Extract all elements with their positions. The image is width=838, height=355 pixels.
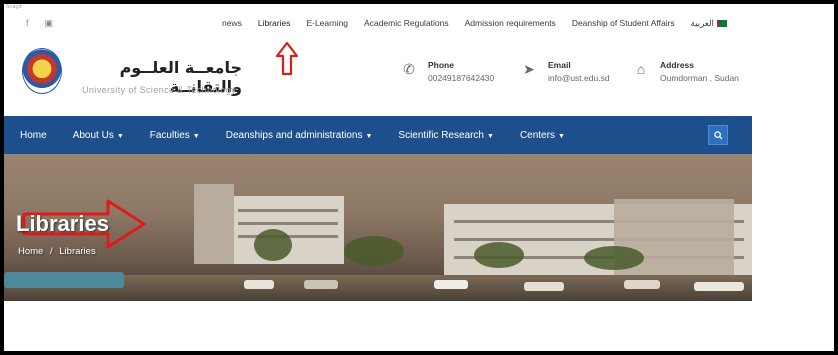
phone-label: Phone bbox=[428, 60, 454, 70]
top-bar: f ▣ news Libraries E-Learning Academic R… bbox=[4, 10, 752, 36]
car-shape bbox=[624, 280, 660, 289]
home-icon: ⌂ bbox=[636, 61, 646, 77]
site-header: جامعــة العلــوم والتقانــة University o… bbox=[4, 38, 752, 116]
search-button[interactable] bbox=[708, 125, 728, 145]
nav-about-us-label: About Us bbox=[72, 129, 114, 141]
nav-home[interactable]: Home bbox=[4, 130, 60, 141]
phone-icon: ✆ bbox=[403, 61, 415, 77]
nav-centers-label: Centers bbox=[519, 129, 555, 141]
top-link-news[interactable]: news bbox=[214, 18, 250, 28]
car-shape bbox=[524, 282, 564, 291]
top-links: news Libraries E-Learning Academic Regul… bbox=[214, 18, 735, 29]
nav-centers[interactable]: Centers ▼ bbox=[507, 130, 578, 141]
caret-down-icon: ▼ bbox=[487, 132, 494, 140]
caret-down-icon: ▼ bbox=[192, 132, 200, 140]
address-label: Address bbox=[660, 60, 695, 70]
facebook-icon[interactable]: f bbox=[26, 18, 29, 29]
tree-shape bbox=[344, 236, 404, 266]
email-value[interactable]: info@ust.edu.sd bbox=[548, 71, 610, 85]
page-hero-banner: Libraries Home / Libraries bbox=[4, 154, 752, 301]
phone-value: 00249187642430 bbox=[428, 73, 495, 83]
car-shape bbox=[434, 280, 468, 289]
tree-shape bbox=[584, 246, 644, 270]
nav-about-us[interactable]: About Us ▼ bbox=[60, 130, 137, 141]
contact-address: ⌂ Address Oumdorman , Sudan bbox=[632, 60, 739, 85]
top-link-e-learning[interactable]: E-Learning bbox=[298, 18, 356, 28]
caret-down-icon: ▼ bbox=[116, 132, 124, 140]
nav-scientific-research-label: Scientific Research bbox=[398, 129, 484, 141]
contact-phone: ✆ Phone 00249187642430 bbox=[400, 60, 494, 85]
bus-shape bbox=[4, 272, 124, 288]
language-switch-arabic[interactable]: العربية bbox=[683, 18, 735, 29]
page-title: Libraries bbox=[16, 211, 109, 236]
caret-down-icon: ▼ bbox=[557, 132, 565, 140]
top-link-deanship-student-affairs[interactable]: Deanship of Student Affairs bbox=[564, 18, 683, 28]
email-label: Email bbox=[548, 60, 571, 70]
car-shape bbox=[694, 282, 744, 291]
tree-shape bbox=[474, 242, 524, 268]
top-link-academic-regulations[interactable]: Academic Regulations bbox=[356, 18, 457, 28]
nav-faculties[interactable]: Faculties ▼ bbox=[137, 130, 213, 141]
building-shape bbox=[234, 196, 344, 264]
annotation-arrow-up-icon bbox=[276, 42, 298, 76]
window-row bbox=[238, 222, 338, 225]
address-value: Oumdorman , Sudan bbox=[660, 73, 739, 83]
contact-email: ➤ Email info@ust.edu.sd bbox=[520, 60, 610, 85]
breadcrumb-current: Libraries bbox=[59, 246, 96, 257]
youtube-icon[interactable]: ▣ bbox=[45, 18, 54, 29]
nav-scientific-research[interactable]: Scientific Research ▼ bbox=[385, 130, 507, 141]
sudan-flag-icon bbox=[716, 19, 727, 27]
nav-faculties-label: Faculties bbox=[149, 129, 190, 141]
caret-down-icon: ▼ bbox=[365, 132, 373, 140]
breadcrumb: Home / Libraries bbox=[18, 246, 96, 257]
university-logo[interactable] bbox=[22, 48, 62, 94]
building-shape bbox=[194, 184, 234, 264]
breadcrumb-separator: / bbox=[49, 246, 53, 257]
send-icon: ➤ bbox=[523, 61, 535, 77]
car-shape bbox=[244, 280, 274, 289]
top-link-admission-requirements[interactable]: Admission requirements bbox=[457, 18, 564, 28]
car-shape bbox=[304, 280, 338, 289]
window-row bbox=[238, 209, 338, 212]
main-nav: Home About Us ▼ Faculties ▼ Deanships and … bbox=[4, 116, 752, 154]
nav-deanships[interactable]: Deanships and administrations ▼ bbox=[213, 130, 386, 141]
language-label: العربية bbox=[690, 17, 714, 28]
breadcrumb-home[interactable]: Home bbox=[18, 246, 43, 257]
screenshot-frame: Snagit f ▣ news Libraries E-Learning Aca… bbox=[4, 4, 834, 351]
search-icon bbox=[713, 130, 723, 140]
nav-deanships-label: Deanships and administrations bbox=[225, 129, 363, 141]
tree-shape bbox=[254, 229, 292, 261]
university-name-english: University of Science & Technology bbox=[82, 85, 237, 95]
social-links: f ▣ bbox=[4, 18, 214, 29]
top-link-libraries[interactable]: Libraries bbox=[250, 18, 299, 28]
